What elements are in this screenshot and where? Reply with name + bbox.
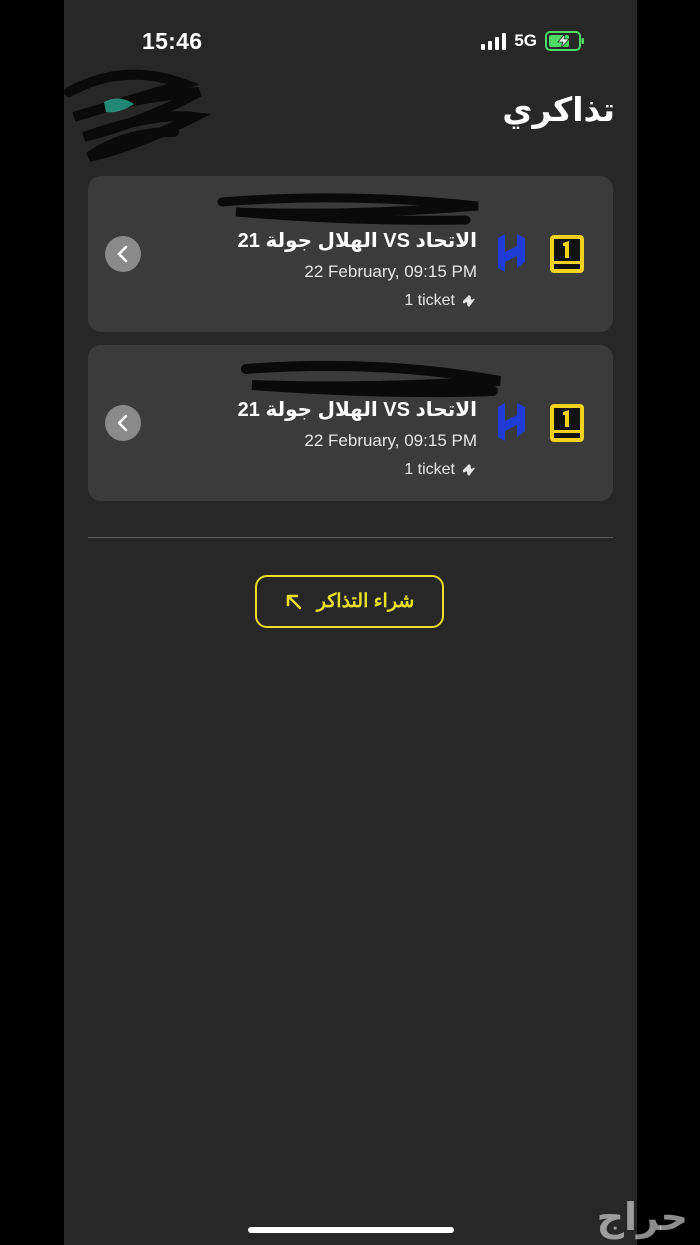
signal-icon bbox=[481, 32, 507, 50]
chevron-left-icon bbox=[117, 414, 128, 432]
ticket-count-label: 1 ticket bbox=[404, 461, 455, 478]
buy-tickets-label: شراء التذاكر bbox=[316, 591, 415, 612]
buy-tickets-button[interactable]: شراء التذاكر bbox=[255, 575, 444, 628]
match-datetime: 22 February, 09:15 PM bbox=[304, 431, 477, 450]
battery-icon bbox=[545, 31, 584, 51]
ittihad-logo-icon bbox=[550, 235, 584, 273]
match-title: الاتحاد VS الهلال جولة 21 bbox=[237, 230, 477, 252]
ittihad-logo-icon bbox=[550, 404, 584, 442]
status-indicators: 5G bbox=[481, 31, 585, 51]
hilal-logo-icon bbox=[498, 403, 525, 441]
divider bbox=[88, 537, 613, 538]
card-open-button[interactable] bbox=[105, 405, 141, 441]
network-label: 5G bbox=[514, 31, 537, 50]
ticket-count: 1 ticket bbox=[404, 292, 477, 310]
ticket-icon bbox=[463, 464, 475, 476]
status-time: 15:46 bbox=[142, 28, 203, 54]
page-title: تذاكري bbox=[502, 91, 615, 128]
redaction-scribble bbox=[241, 360, 501, 398]
match-datetime: 22 February, 09:15 PM bbox=[304, 262, 477, 281]
card-open-button[interactable] bbox=[105, 236, 141, 272]
ticket-count-label: 1 ticket bbox=[404, 292, 455, 309]
watermark-logo: حراج bbox=[596, 1195, 688, 1239]
app-screen: 15:46 5G تذاكري الاتحاد VS الهلال جولة 2… bbox=[64, 0, 637, 1245]
redaction-scribble bbox=[64, 69, 212, 162]
ticket-count: 1 ticket bbox=[404, 461, 477, 479]
ticket-card[interactable]: الاتحاد VS الهلال جولة 21 22 February, 0… bbox=[88, 345, 613, 501]
arrow-up-left-icon bbox=[286, 594, 302, 609]
ticket-icon bbox=[463, 295, 475, 307]
chevron-left-icon bbox=[117, 245, 128, 263]
home-indicator[interactable] bbox=[248, 1227, 454, 1233]
hilal-logo-icon bbox=[498, 234, 525, 272]
redaction-scribble bbox=[217, 193, 479, 225]
ticket-card[interactable]: الاتحاد VS الهلال جولة 21 22 February, 0… bbox=[88, 176, 613, 332]
match-title: الاتحاد VS الهلال جولة 21 bbox=[237, 399, 477, 421]
